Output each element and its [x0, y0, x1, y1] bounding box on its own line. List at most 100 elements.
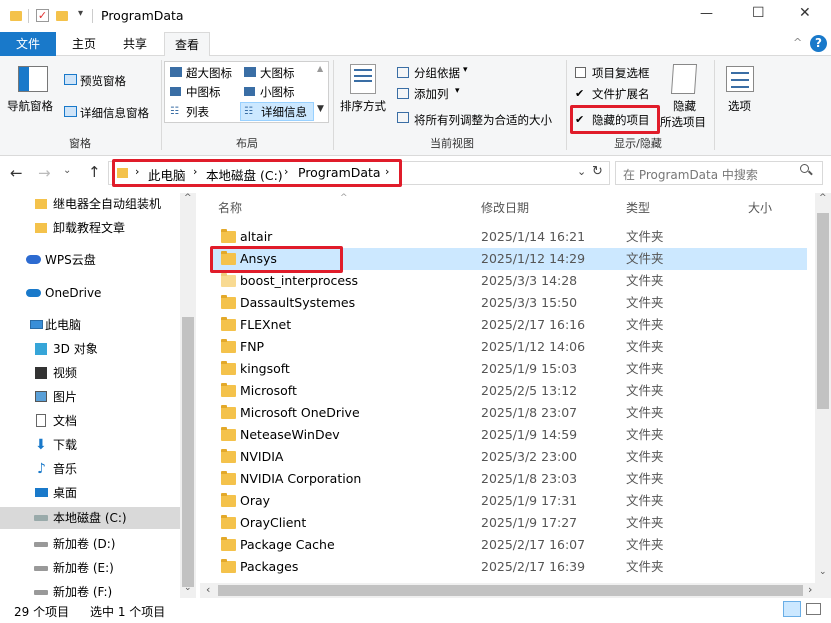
scroll-up-icon[interactable]: ^	[819, 193, 827, 203]
column-header-name[interactable]: 名称	[218, 199, 242, 216]
folder-icon	[221, 405, 236, 419]
details-option[interactable]: 详细信息	[261, 104, 307, 120]
list-hscroll-thumb[interactable]	[218, 585, 803, 596]
table-row[interactable]: Package Cache 2025/2/17 16:07 文件夹	[212, 534, 807, 556]
add-columns-button[interactable]: 添加列	[414, 86, 449, 102]
properties-check-icon[interactable]: ✓	[36, 9, 49, 22]
list-option[interactable]: 列表	[186, 104, 209, 120]
layout-scroll-up-icon[interactable]: ▲	[317, 64, 323, 73]
size-all-columns-button[interactable]: 将所有列调整为合适的大小	[414, 112, 552, 128]
address-dropdown-icon[interactable]: ⌄	[577, 165, 586, 178]
sort-by-button[interactable]: 排序方式	[340, 98, 386, 114]
folder-icon	[221, 449, 236, 463]
table-row[interactable]: Oray 2025/1/9 17:31 文件夹	[212, 490, 807, 512]
details-pane-button[interactable]: 详细信息窗格	[80, 105, 149, 121]
nav-item-drive-d[interactable]: 新加卷 (D:)	[0, 533, 180, 555]
tab-share[interactable]: 共享	[110, 32, 160, 56]
help-icon[interactable]: ?	[810, 35, 827, 52]
nav-item-onedrive[interactable]: OneDrive	[0, 282, 180, 304]
nav-item-music[interactable]: ♪ 音乐	[0, 458, 180, 480]
navigation-pane-button[interactable]: 导航窗格	[7, 98, 53, 114]
file-extensions-checkbox[interactable]: ✔	[575, 88, 586, 99]
nav-item-documents[interactable]: 文档	[0, 410, 180, 432]
details-view-toggle-icon[interactable]	[783, 601, 801, 617]
scroll-down-icon[interactable]: ⌄	[184, 583, 192, 593]
qat-dropdown-icon[interactable]: ▾	[78, 8, 83, 19]
close-button[interactable]: ✕	[799, 5, 811, 21]
list-scrollbar-thumb[interactable]	[817, 213, 829, 409]
new-folder-icon[interactable]	[56, 11, 68, 21]
nav-item-drive-e[interactable]: 新加卷 (E:)	[0, 557, 180, 579]
list-horizontal-scrollbar[interactable]: ‹ ›	[200, 583, 831, 598]
large-icons-option[interactable]: 大图标	[260, 65, 295, 81]
back-arrow-icon[interactable]: ←	[10, 164, 23, 182]
extra-large-icons-option[interactable]: 超大图标	[186, 65, 232, 81]
nav-item-wps-cloud[interactable]: WPS云盘	[0, 249, 180, 271]
table-row[interactable]: NVIDIA Corporation 2025/1/8 23:03 文件夹	[212, 468, 807, 490]
table-row[interactable]: NVIDIA 2025/3/2 23:00 文件夹	[212, 446, 807, 468]
add-columns-dropdown-icon[interactable]: ▾	[455, 86, 460, 96]
table-row[interactable]: Microsoft OneDrive 2025/1/8 23:07 文件夹	[212, 402, 807, 424]
nav-item-this-pc[interactable]: 此电脑	[0, 314, 180, 336]
scroll-up-icon[interactable]: ^	[184, 193, 192, 203]
tab-home[interactable]: 主页	[60, 32, 108, 56]
recent-locations-icon[interactable]: ⌄	[63, 165, 71, 176]
nav-scrollbar-thumb[interactable]	[182, 317, 194, 587]
nav-item-videos[interactable]: 视频	[0, 362, 180, 384]
nav-item-pictures[interactable]: 图片	[0, 386, 180, 408]
hide-selected-label-1[interactable]: 隐藏	[673, 98, 696, 114]
table-row[interactable]: Microsoft 2025/2/5 13:12 文件夹	[212, 380, 807, 402]
nav-item-relay-machine[interactable]: 继电器全自动组装机	[0, 193, 180, 215]
nav-item-3d-objects[interactable]: 3D 对象	[0, 338, 180, 360]
scroll-right-icon[interactable]: ›	[808, 583, 812, 596]
table-row[interactable]: NeteaseWinDev 2025/1/9 14:59 文件夹	[212, 424, 807, 446]
forward-arrow-icon[interactable]: →	[38, 164, 51, 182]
download-icon: ⬇	[35, 437, 47, 453]
column-header-type[interactable]: 类型	[626, 199, 650, 216]
table-row[interactable]: kingsoft 2025/1/9 15:03 文件夹	[212, 358, 807, 380]
pc-icon	[30, 320, 43, 329]
nav-scrollbar[interactable]: ^ ⌄	[180, 193, 196, 599]
layout-more-icon[interactable]: ▼	[317, 104, 324, 114]
scroll-left-icon[interactable]: ‹	[206, 583, 210, 596]
small-icons-option[interactable]: 小图标	[260, 84, 295, 100]
video-icon	[35, 367, 47, 379]
up-arrow-icon[interactable]: ↑	[88, 163, 101, 181]
group-by-dropdown-icon[interactable]: ▾	[463, 65, 468, 75]
list-vertical-scrollbar[interactable]: ^ ⌄	[815, 193, 831, 583]
column-header-size[interactable]: 大小	[748, 199, 772, 216]
medium-icons-option[interactable]: 中图标	[186, 84, 221, 100]
options-button[interactable]: 选项	[728, 98, 751, 114]
item-checkboxes-checkbox[interactable]	[575, 67, 586, 78]
refresh-icon[interactable]: ↻	[592, 164, 603, 179]
title-bar: ✓ ▾ ProgramData — ☐ ✕	[0, 0, 831, 32]
search-input[interactable]: 在 ProgramData 中搜索	[623, 166, 758, 183]
folder-icon	[221, 273, 236, 287]
cloud-icon	[26, 255, 41, 264]
scroll-down-icon[interactable]: ⌄	[819, 567, 827, 577]
table-row[interactable]: DassaultSystemes 2025/3/3 15:50 文件夹	[212, 292, 807, 314]
folder-icon	[221, 493, 236, 507]
table-row[interactable]: FLEXnet 2025/2/17 16:16 文件夹	[212, 314, 807, 336]
nav-item-drive-c[interactable]: 本地磁盘 (C:)	[0, 507, 180, 529]
nav-item-desktop[interactable]: 桌面	[0, 482, 180, 504]
folder-icon	[10, 11, 22, 21]
group-by-button[interactable]: 分组依据	[414, 65, 460, 81]
minimize-button[interactable]: —	[700, 6, 713, 21]
column-header-date[interactable]: 修改日期	[481, 199, 529, 216]
table-row[interactable]: OrayClient 2025/1/9 17:27 文件夹	[212, 512, 807, 534]
preview-pane-button[interactable]: 预览窗格	[80, 73, 126, 89]
maximize-button[interactable]: ☐	[752, 5, 765, 21]
collapse-ribbon-icon[interactable]: ^	[793, 36, 802, 49]
table-row[interactable]: Packages 2025/2/17 16:39 文件夹	[212, 556, 807, 578]
large-icons-toggle-icon[interactable]	[806, 603, 821, 615]
table-row[interactable]: boost_interprocess 2025/3/3 14:28 文件夹	[212, 270, 807, 292]
tab-view[interactable]: 查看	[164, 32, 210, 57]
nav-item-uninstall-tutorial[interactable]: 卸载教程文章	[0, 217, 180, 239]
table-row[interactable]: altair 2025/1/14 16:21 文件夹	[212, 226, 807, 248]
tab-file[interactable]: 文件	[0, 32, 56, 56]
nav-item-downloads[interactable]: ⬇ 下载	[0, 434, 180, 456]
hide-selected-label-2[interactable]: 所选项目	[660, 114, 706, 130]
folder-icon	[221, 471, 236, 485]
table-row[interactable]: FNP 2025/1/12 14:06 文件夹	[212, 336, 807, 358]
